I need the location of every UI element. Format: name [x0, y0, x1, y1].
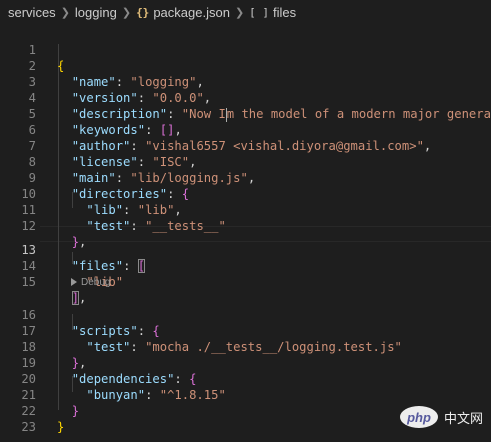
bracket-open-matched: [	[137, 259, 146, 273]
code-line: 2 "name": "logging",	[0, 42, 204, 89]
json-key: "directories"	[71, 187, 168, 201]
brace-open: {	[152, 324, 160, 338]
json-string: m the model of a modern major general / …	[226, 107, 491, 121]
chevron-right-icon: ❯	[60, 6, 70, 19]
json-key: "lib"	[86, 203, 124, 217]
json-key: "version"	[71, 91, 138, 105]
json-string: "mocha ./__tests__/logging.test.js"	[145, 340, 402, 354]
json-key: "license"	[71, 155, 138, 169]
debug-codelens[interactable]: Debug	[71, 277, 110, 289]
json-key: "bunyan"	[86, 388, 146, 402]
code-line: 10 "lib": "lib",	[0, 170, 181, 217]
site-watermark: php 中文网	[399, 406, 483, 428]
brace-open: {	[181, 187, 190, 201]
json-key: "scripts"	[71, 324, 138, 338]
code-line: 14 "lib"	[0, 242, 123, 289]
line-number: 23	[21, 420, 36, 434]
bracket-open: [	[159, 123, 168, 137]
code-line: 17 "test": "mocha ./__tests__/logging.te…	[0, 307, 402, 354]
code-line: 22 }	[0, 387, 64, 434]
breadcrumb-item-services[interactable]: services	[8, 5, 56, 20]
brace-open: {	[189, 372, 197, 386]
code-line: 6 "author": "vishal6557 <vishal.diyora@g…	[0, 106, 432, 153]
json-string: "^1.8.15"	[159, 388, 226, 402]
json-string: "__tests__"	[145, 219, 226, 233]
bracket-close-matched: ]	[71, 291, 80, 305]
json-key: "main"	[71, 171, 116, 185]
code-line: 15 ],	[0, 258, 86, 305]
breadcrumb-item-files[interactable]: files	[273, 5, 296, 20]
breadcrumb-item-logging[interactable]: logging	[75, 5, 117, 20]
debug-label: Debug	[81, 277, 111, 288]
chevron-right-icon: ❯	[234, 6, 245, 19]
code-line-active: 13 "files": [	[0, 226, 146, 273]
code-line: 5 "keywords": [],	[0, 90, 182, 137]
code-line: 16 "scripts": {	[0, 291, 159, 338]
json-key: "name"	[71, 75, 116, 89]
json-key: "author"	[71, 139, 131, 153]
json-string: "logging"	[130, 75, 197, 89]
chevron-right-icon: ❯	[121, 6, 132, 19]
code-line: 11 "test": "__tests__"	[0, 186, 225, 233]
code-line: 7 "license": "ISC",	[0, 122, 197, 169]
code-line: 19 "dependencies": {	[0, 339, 196, 386]
json-key: "test"	[86, 340, 131, 354]
code-line: 18 },	[0, 323, 86, 370]
code-line: 23	[0, 403, 36, 434]
json-key: "files"	[71, 259, 124, 273]
play-icon	[71, 278, 77, 286]
code-line: 3 "version": "0.0.0",	[0, 58, 211, 105]
code-line: 4 "description": "Now Im the model of a …	[0, 74, 491, 122]
code-line: 8 "main": "lib/logging.js",	[0, 138, 256, 185]
brace-open: {	[57, 59, 65, 73]
php-logo: php	[399, 406, 438, 428]
code-line: 20 "bunyan": "^1.8.15"	[0, 355, 225, 402]
code-line: 12 },	[0, 202, 86, 249]
line-number: 15	[21, 275, 36, 289]
json-string: "lib/logging.js"	[130, 171, 248, 185]
json-file-icon: {}	[136, 5, 150, 19]
brace-close: }	[71, 356, 80, 370]
json-string: "Now I	[181, 107, 226, 121]
breadcrumb: services ❯ logging ❯ {} package.json ❯ […	[0, 0, 491, 24]
code-line: 21 }	[0, 371, 79, 418]
brace-close: }	[57, 420, 65, 434]
array-symbol-icon: [ ]	[249, 5, 270, 19]
brace-close: }	[71, 404, 80, 418]
json-key: "keywords"	[71, 123, 146, 137]
json-string: "vishal6557 <vishal.diyora@gmail.com>"	[145, 139, 424, 153]
json-key: "description"	[71, 107, 168, 121]
json-key: "dependencies"	[71, 372, 175, 386]
code-line: 1 {	[0, 26, 65, 73]
json-key: "test"	[86, 219, 131, 233]
json-string: "lib"	[137, 203, 175, 217]
code-editor[interactable]: 1 { 2 "name": "logging", 3 "version": "0…	[0, 24, 491, 442]
brace-close: }	[71, 235, 80, 249]
breadcrumb-item-package-json[interactable]: package.json	[153, 5, 230, 20]
json-string: "ISC"	[152, 155, 190, 169]
code-line: 9 "directories": {	[0, 154, 189, 201]
watermark-text: 中文网	[443, 411, 483, 427]
json-string: "0.0.0"	[152, 91, 204, 105]
